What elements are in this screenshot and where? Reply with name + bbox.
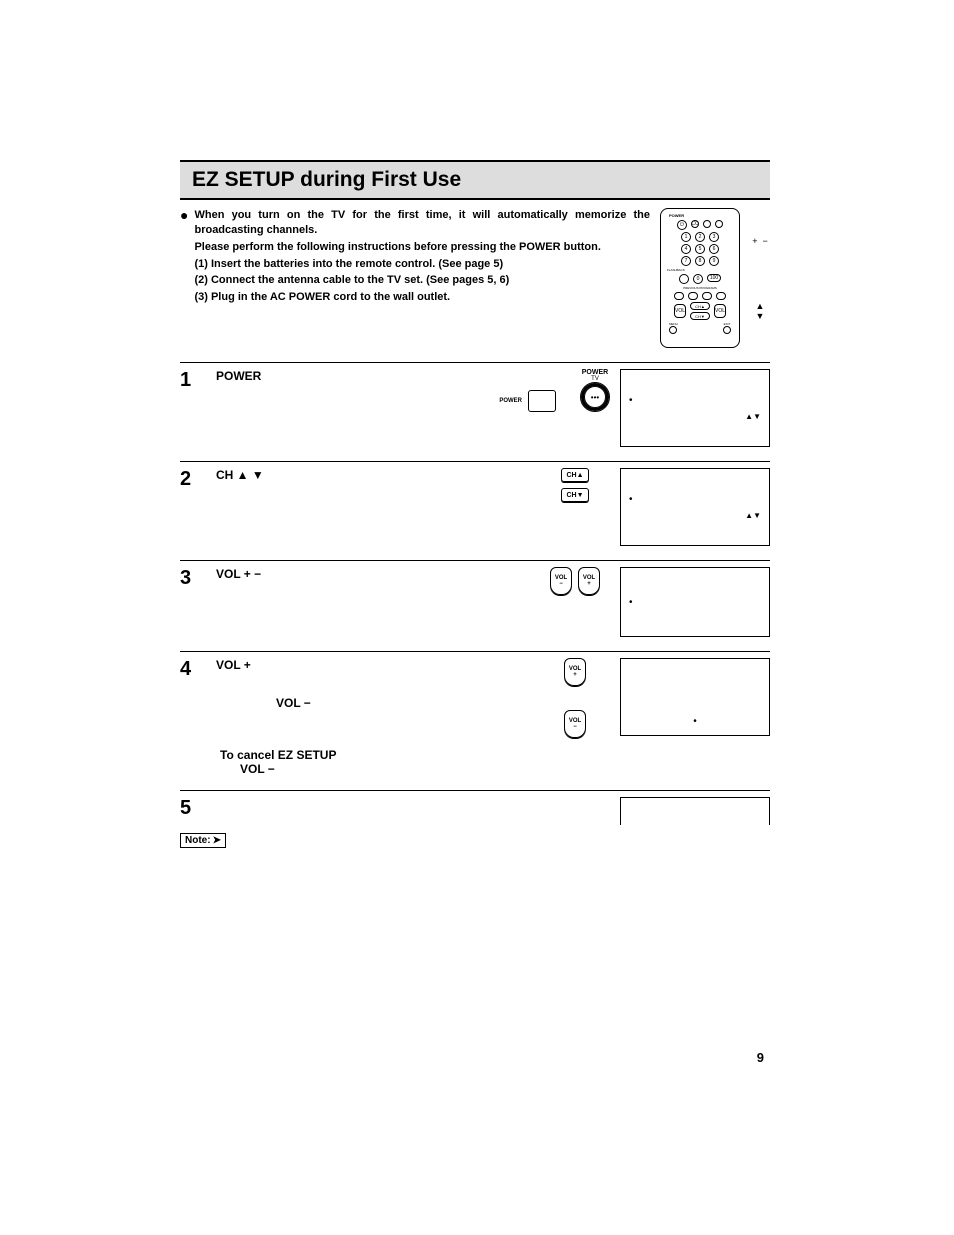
step-1-label: POWER: [216, 369, 261, 383]
remote-ch-up: CH▲: [690, 302, 710, 310]
intro-main-1: When you turn on the TV for the first ti…: [194, 209, 650, 236]
step-2-number: 2: [180, 468, 198, 491]
remote-input-button: [715, 220, 723, 228]
note-arrow-icon: ➤: [213, 835, 221, 846]
intro-bullet: ● When you turn on the TV for the first …: [180, 208, 650, 307]
remote-power-icon: ⏻: [677, 220, 687, 230]
remote-num-5: 5: [695, 244, 705, 254]
intro-line-2: (2) Connect the antenna cable to the TV …: [194, 274, 509, 286]
step-3-info-box: •: [620, 567, 770, 637]
remote-vol-button: VOL: [674, 304, 686, 318]
step-1-power-top: POWER: [582, 369, 608, 376]
intro-line-3: (3) Plug in the AC POWER cord to the wal…: [194, 291, 450, 303]
step-5-number: 5: [180, 797, 198, 820]
step-1-number: 1: [180, 369, 198, 392]
step-3: 3 VOL + − VOL − VOL + •: [180, 567, 770, 637]
remote-num-100: 100: [707, 274, 721, 282]
remote-display-button: [703, 220, 711, 228]
step-4-label-a: VOL +: [216, 658, 251, 672]
ch-down-icon: CH▼: [561, 488, 589, 502]
power-rect-icon: [528, 390, 556, 412]
step-1-box-arrows: ▲▼: [629, 412, 761, 421]
section-title-bar: EZ SETUP during First Use: [180, 160, 770, 200]
step-4: 4 VOL + VOL − VOL + VOL − •: [180, 658, 770, 738]
page-number: 9: [757, 1050, 764, 1065]
step-4-info-box: •: [620, 658, 770, 736]
vol-minus-icon: VOL −: [564, 710, 586, 738]
remote-flashback-button: [679, 274, 689, 284]
bullet-icon: •: [693, 716, 697, 727]
cancel-label: VOL −: [240, 762, 275, 776]
step-5-info-box: [620, 797, 770, 825]
step-3-label: VOL + −: [216, 567, 261, 581]
cancel-block: To cancel EZ SETUP VOL −: [220, 748, 770, 776]
intro-block: ● When you turn on the TV for the first …: [180, 208, 770, 348]
remote-exit-button: [723, 326, 731, 334]
divider: [180, 461, 770, 462]
remote-legend: + − ▲ ▼: [750, 208, 770, 348]
remote-flashback-label: FLASHBACK: [667, 268, 685, 272]
remote-diagram: POWER ⏻ CC 1 2 3 4 5 6 7 8 9 FLA: [660, 208, 740, 348]
intro-main-2: Please perform the following instruction…: [194, 241, 600, 253]
step-5: 5: [180, 797, 770, 825]
step-2-box-arrows: ▲▼: [629, 511, 761, 520]
step-3-number: 3: [180, 567, 198, 590]
step-1-info-box: • ▲▼: [620, 369, 770, 447]
step-4-number: 4: [180, 658, 198, 681]
remote-prev-4: [716, 292, 726, 300]
remote-menu-button: [669, 326, 677, 334]
step-2-info-box: • ▲▼: [620, 468, 770, 546]
remote-num-9: 9: [709, 256, 719, 266]
bullet-icon: •: [629, 395, 633, 406]
legend-up: ▲: [756, 301, 765, 311]
remote-num-6: 6: [709, 244, 719, 254]
intro-line-1: (1) Insert the batteries into the remote…: [194, 258, 503, 270]
step-1: 1 POWER POWER POWER TV •••: [180, 369, 770, 447]
remote-num-8: 8: [695, 256, 705, 266]
cancel-title: To cancel EZ SETUP: [220, 748, 336, 762]
remote-ch-down: CH▼: [690, 312, 710, 320]
remote-prev-1: [674, 292, 684, 300]
remote-prev-2: [688, 292, 698, 300]
step-2: 2 CH ▲ ▼ CH▲ CH▼ • ▲▼: [180, 468, 770, 546]
note-tag: Note: ➤: [180, 833, 226, 848]
page-content: EZ SETUP during First Use ● When you tur…: [180, 160, 770, 848]
bullet-icon: ●: [180, 208, 188, 307]
vol-minus-icon: VOL −: [550, 567, 572, 595]
section-title: EZ SETUP during First Use: [192, 168, 758, 192]
remote-cc-button: CC: [691, 220, 699, 228]
remote-prev-3: [702, 292, 712, 300]
divider: [180, 362, 770, 363]
vol-plus-icon: VOL +: [578, 567, 600, 595]
intro-text: ● When you turn on the TV for the first …: [180, 208, 650, 348]
legend-minus: −: [763, 236, 768, 246]
divider: [180, 560, 770, 561]
divider: [180, 790, 770, 791]
remote-num-2: 2: [695, 232, 705, 242]
bullet-icon: •: [629, 597, 633, 608]
remote-prev-label: PREVIOUS PROGRAMS: [683, 286, 717, 290]
remote-num-3: 3: [709, 232, 719, 242]
note-label: Note:: [185, 835, 211, 846]
remote-num-0: 0: [693, 274, 703, 284]
remote-num-1: 1: [681, 232, 691, 242]
remote-vol-button-2: VOL: [714, 304, 726, 318]
divider: [180, 651, 770, 652]
remote-power-label: POWER: [669, 213, 684, 218]
ch-up-icon: CH▲: [561, 468, 589, 482]
step-2-label: CH ▲ ▼: [216, 468, 264, 482]
power-circle-icon: •••: [580, 382, 610, 412]
legend-plus: +: [752, 236, 757, 246]
remote-num-4: 4: [681, 244, 691, 254]
vol-plus-icon: VOL +: [564, 658, 586, 686]
step-1-power-small: POWER: [499, 398, 522, 404]
step-4-label-b: VOL −: [276, 696, 311, 710]
legend-down: ▼: [756, 311, 765, 321]
bullet-icon: •: [629, 494, 633, 505]
remote-num-7: 7: [681, 256, 691, 266]
